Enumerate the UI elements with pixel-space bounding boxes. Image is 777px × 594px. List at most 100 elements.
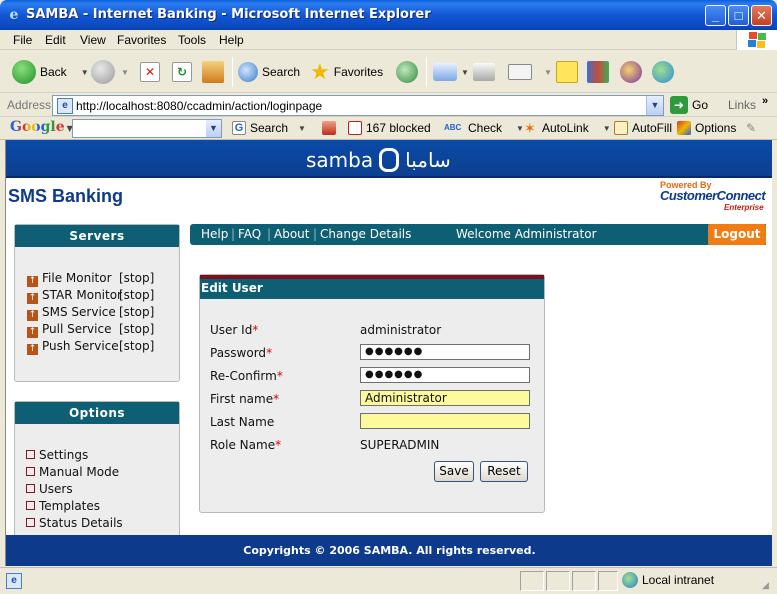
- menu-favorites[interactable]: Favorites: [117, 33, 166, 47]
- google-logo-text: Google: [10, 119, 65, 135]
- spellcheck-icon: ABC: [444, 123, 462, 132]
- first-name-field[interactable]: Administrator: [360, 390, 530, 406]
- back-arrow-icon: [12, 60, 36, 84]
- google-g-icon: G: [232, 121, 246, 135]
- forward-button[interactable]: ▼: [91, 59, 129, 85]
- google-search-dropdown[interactable]: ▼: [206, 120, 221, 137]
- bullet-box-icon: [26, 501, 35, 510]
- window-title-bar: e SAMBA - Internet Banking - Microsoft I…: [0, 0, 777, 30]
- google-search-input[interactable]: ▼: [72, 119, 222, 138]
- print-button[interactable]: [473, 59, 499, 85]
- option-settings[interactable]: Settings: [26, 448, 88, 462]
- popup-blocker-button[interactable]: 167 blocked: [348, 121, 431, 135]
- last-name-field[interactable]: [360, 413, 530, 429]
- pencil-icon[interactable]: ✎: [746, 121, 756, 135]
- user-id-value: administrator: [360, 323, 442, 337]
- address-dropdown-button[interactable]: ▼: [646, 96, 663, 115]
- reconfirm-password-field[interactable]: ●●●●●●: [360, 367, 530, 383]
- menu-help[interactable]: Help: [219, 33, 244, 47]
- search-label: Search: [262, 65, 301, 79]
- chevron-down-icon: ▼: [298, 123, 306, 133]
- note-icon: [556, 61, 578, 83]
- reconfirm-label: Re-Confirm*: [210, 369, 283, 383]
- reset-button[interactable]: Reset: [480, 461, 528, 482]
- search-icon: [238, 62, 258, 82]
- go-button[interactable]: ➜ Go: [670, 96, 708, 114]
- intranet-globe-icon: [622, 572, 638, 588]
- address-label: Address: [7, 98, 52, 112]
- enterprise-label: Enterprise: [724, 203, 764, 212]
- status-cell: [598, 571, 618, 591]
- server-name: Push Service: [42, 339, 119, 353]
- stop-link[interactable]: [stop]: [119, 271, 154, 285]
- nav-faq[interactable]: FAQ: [238, 227, 261, 241]
- address-bar: Address e http://localhost:8080/ccadmin/…: [0, 94, 777, 117]
- history-button[interactable]: [396, 59, 422, 85]
- option-label: Status Details: [39, 516, 123, 530]
- logout-button[interactable]: Logout: [708, 224, 766, 245]
- edit-page-icon: [508, 64, 532, 80]
- page-icon: e: [57, 98, 73, 114]
- menu-file[interactable]: File: [13, 33, 32, 47]
- resize-grip-icon[interactable]: ◢: [762, 580, 769, 591]
- chevron-right-icon[interactable]: »: [762, 95, 768, 107]
- news-icon: [322, 121, 336, 135]
- blocked-count: 167 blocked: [366, 121, 431, 135]
- news-button[interactable]: [322, 121, 340, 135]
- option-status-details[interactable]: Status Details: [26, 516, 123, 530]
- stop-link[interactable]: [stop]: [119, 322, 154, 336]
- stop-link[interactable]: [stop]: [119, 288, 154, 302]
- google-logo[interactable]: Google ▼: [10, 119, 73, 135]
- server-row-pull-service: ↑ Pull Service [stop]: [27, 322, 154, 338]
- zone-label: Local intranet: [642, 573, 715, 587]
- nav-change-details[interactable]: Change Details: [320, 227, 411, 241]
- option-users[interactable]: Users: [26, 482, 73, 496]
- messenger-button[interactable]: [652, 59, 678, 85]
- password-field[interactable]: ●●●●●●: [360, 344, 530, 360]
- windows-flag-icon: [736, 30, 777, 50]
- minimize-button[interactable]: _: [705, 5, 726, 26]
- stop-button[interactable]: ✕: [140, 59, 164, 85]
- spell-check-button[interactable]: ABC Check ▼: [444, 121, 524, 135]
- refresh-button[interactable]: ↻: [172, 59, 196, 85]
- google-search-button[interactable]: G Search ▼: [232, 121, 306, 135]
- menu-tools[interactable]: Tools: [178, 33, 206, 47]
- menu-view[interactable]: View: [80, 33, 106, 47]
- mail-button[interactable]: ▼: [433, 59, 469, 85]
- server-row-sms-service: ↑ SMS Service [stop]: [27, 305, 154, 321]
- menu-edit[interactable]: Edit: [45, 33, 66, 47]
- search-button[interactable]: Search: [238, 59, 300, 85]
- server-row-star-monitor: ↑ STAR Monitor [stop]: [27, 288, 154, 304]
- nav-divider: |: [267, 227, 272, 241]
- messenger-yahoo-button[interactable]: [620, 59, 646, 85]
- option-templates[interactable]: Templates: [26, 499, 100, 513]
- server-name: SMS Service: [42, 305, 116, 319]
- address-input[interactable]: e http://localhost:8080/ccadmin/action/l…: [52, 95, 664, 116]
- maximize-button[interactable]: □: [728, 5, 749, 26]
- nav-help[interactable]: Help: [201, 227, 228, 241]
- save-button[interactable]: Save: [434, 461, 474, 482]
- stop-link[interactable]: [stop]: [119, 305, 154, 319]
- close-button[interactable]: ✕: [751, 5, 772, 26]
- edit-button[interactable]: ▼: [508, 59, 552, 85]
- google-options-button[interactable]: Options: [677, 121, 736, 135]
- favorites-button[interactable]: ★ Favorites: [310, 59, 383, 85]
- autofill-button[interactable]: AutoFill: [614, 121, 672, 135]
- welcome-text: Welcome Administrator: [456, 227, 597, 241]
- option-manual-mode[interactable]: Manual Mode: [26, 465, 119, 479]
- servers-panel: Servers ↑ File Monitor [stop] ↑ STAR Monito…: [14, 224, 180, 382]
- home-button[interactable]: [202, 59, 228, 85]
- edit-user-form: Edit User User Id* administrator Passwor…: [199, 274, 545, 513]
- up-arrow-icon: ↑: [27, 327, 38, 338]
- research-button[interactable]: [587, 59, 613, 85]
- server-row-file-monitor: ↑ File Monitor [stop]: [27, 271, 154, 287]
- address-url: http://localhost:8080/ccadmin/action/log…: [76, 99, 323, 113]
- back-button[interactable]: Back ▼: [12, 59, 89, 85]
- autolink-button[interactable]: ✶ AutoLink ▼: [524, 121, 611, 135]
- links-button[interactable]: Links: [728, 98, 756, 112]
- role-name-value: SUPERADMIN: [360, 438, 440, 452]
- samba-logo: samba سامبا: [306, 148, 451, 172]
- nav-about[interactable]: About: [274, 227, 309, 241]
- discuss-button[interactable]: [556, 59, 582, 85]
- stop-link[interactable]: [stop]: [119, 339, 154, 353]
